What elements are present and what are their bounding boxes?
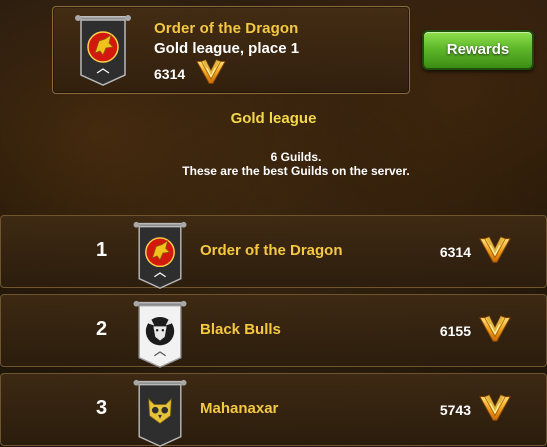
guild-rank: 2 [96,318,108,340]
rewards-button[interactable]: Rewards [422,30,534,70]
guild-rank: 3 [96,397,108,419]
guild-score: 5743 [439,402,471,418]
league-description: 6 Guilds. These are the best Guilds on t… [0,150,547,178]
guild-score: 6155 [439,323,471,339]
owl-banner-icon [133,378,187,447]
my-guild-league-place: Gold league, place 1 [154,40,300,57]
victory-points-icon [479,315,511,343]
dragon-banner-icon [133,220,187,290]
my-guild-card: Order of the Dragon Gold league, place 1… [52,6,410,94]
guild-score: 6314 [439,244,471,260]
guild-name: Mahanaxar [200,400,279,417]
guild-row[interactable]: 1 Order of the Dragon 6314 [0,215,547,290]
league-guild-count: 6 Guilds. [270,150,322,164]
victory-points-icon [479,236,511,264]
my-guild-score: 6314 [154,66,186,82]
my-guild-name: Order of the Dragon [154,20,299,37]
guild-rank: 1 [96,239,108,261]
guild-row[interactable]: 2 Black Bulls 6155 [0,294,547,369]
league-title: Gold league [230,110,317,127]
dragon-banner-icon [75,13,131,87]
victory-points-icon [196,59,226,85]
league-description-text: These are the best Guilds on the server. [182,164,410,178]
victory-points-icon [479,394,511,422]
bull-banner-icon [133,299,187,369]
guild-name: Black Bulls [200,321,281,338]
guild-row[interactable]: 3 Mahanaxar 5743 [0,373,547,447]
guild-name: Order of the Dragon [200,242,343,259]
